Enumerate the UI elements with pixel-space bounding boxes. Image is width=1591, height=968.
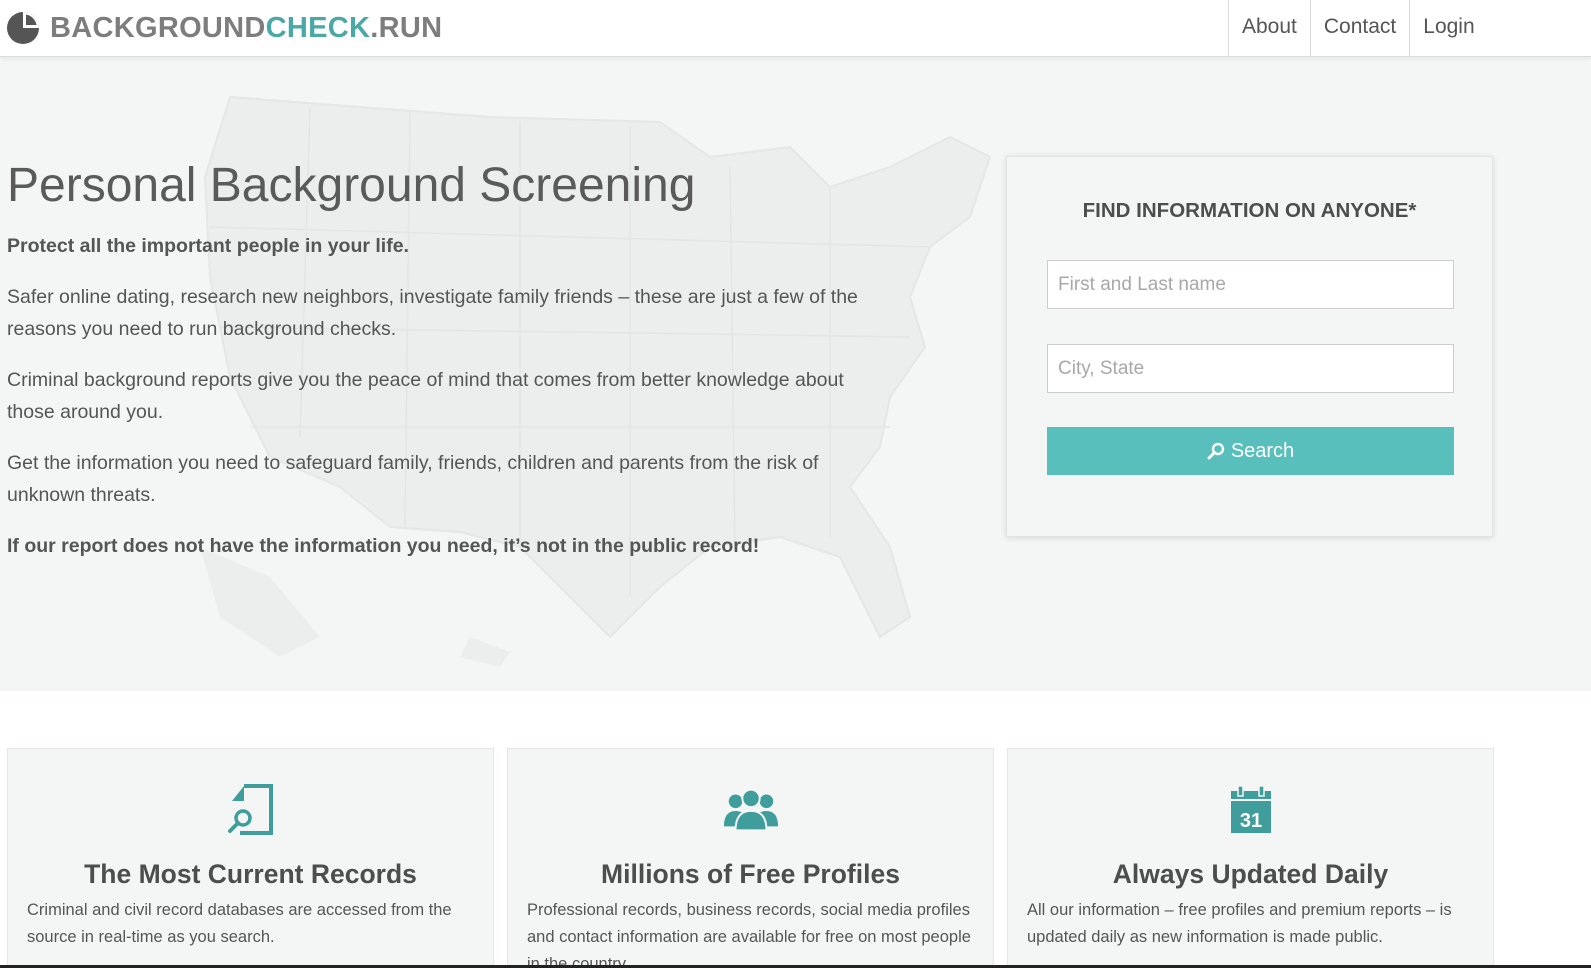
hero-closing-statement: If our report does not have the informat…: [7, 535, 760, 557]
feature-card-records: The Most Current Records Criminal and ci…: [7, 748, 494, 968]
hero-paragraph-3: Get the information you need to safeguar…: [7, 452, 819, 506]
feature-title: Always Updated Daily: [1112, 859, 1389, 889]
features-section: The Most Current Records Criminal and ci…: [0, 691, 1591, 968]
feature-title: Millions of Free Profiles: [601, 859, 900, 889]
nav-about-link[interactable]: About: [1228, 0, 1310, 56]
hero-section: Personal Background Screening Protect al…: [0, 57, 1591, 691]
nav-links: About Contact Login: [1228, 0, 1488, 56]
feature-card-profiles: Millions of Free Profiles Professional r…: [507, 748, 994, 968]
feature-title: The Most Current Records: [84, 859, 417, 889]
users-group-icon: [723, 788, 778, 832]
feature-text: All our information – free profiles and …: [1027, 901, 1452, 946]
feature-text: Criminal and civil record databases are …: [27, 901, 452, 946]
search-icon: [1207, 442, 1225, 460]
feature-card-updated: 31 Always Updated Daily All our informat…: [1007, 748, 1494, 968]
nav-contact-link[interactable]: Contact: [1309, 0, 1409, 56]
brand-name-part2: CHECK: [265, 12, 371, 44]
nav-login-link[interactable]: Login: [1409, 0, 1487, 56]
name-input[interactable]: [1047, 260, 1454, 309]
calendar-icon: 31: [1230, 785, 1271, 833]
hero-title: Personal Background Screening: [7, 159, 696, 212]
top-navbar: BACKGROUNDCHECK.RUN About Contact Login: [0, 0, 1591, 57]
city-state-input[interactable]: [1047, 344, 1454, 393]
search-panel: FIND INFORMATION ON ANYONE* Search: [1006, 156, 1493, 537]
pie-chart-logo-icon: [7, 12, 39, 44]
brand-name-part1: BACKGROUND: [50, 12, 266, 44]
brand-name: BACKGROUNDCHECK.RUN: [50, 9, 442, 47]
hero-paragraph-2: Criminal background reports give you the…: [7, 369, 844, 423]
brand-name-part3: .RUN: [370, 12, 443, 44]
feature-text: Professional records, business records, …: [527, 901, 971, 968]
calendar-day-label: 31: [1239, 810, 1261, 832]
document-search-icon: [227, 784, 273, 835]
search-panel-title: FIND INFORMATION ON ANYONE*: [1082, 199, 1417, 222]
brand-logo-link[interactable]: BACKGROUNDCHECK.RUN: [6, 9, 442, 47]
hero-lead: Protect all the important people in your…: [7, 235, 409, 257]
hero-paragraph-1: Safer online dating, research new neighb…: [7, 286, 858, 340]
search-button[interactable]: Search: [1047, 427, 1454, 475]
search-button-label: Search: [1230, 439, 1295, 462]
